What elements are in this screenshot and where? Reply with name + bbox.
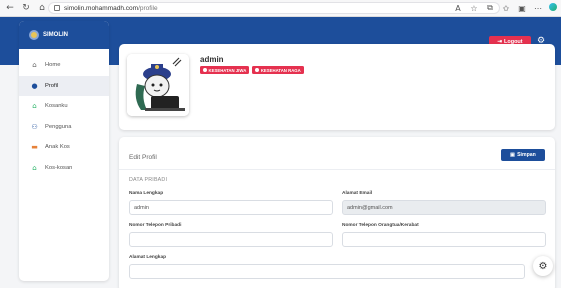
edit-profile-card: Edit Profil ▣ Simpan DATA PRIBADI Nama L… (119, 137, 555, 288)
url-path: /profile (138, 4, 158, 12)
reload-icon[interactable]: ↻ (20, 2, 32, 14)
sidebar-item-label: Kosanku (45, 103, 68, 110)
email-label: Alamat Email (342, 191, 373, 196)
sidebar-item-anak-kos[interactable]: ▬ Anak Kos (19, 137, 109, 158)
home-browser-icon[interactable]: ⌂ (36, 2, 48, 14)
favorite-icon[interactable]: ☆ (469, 3, 479, 13)
sidebar: SIMOLIN ⌂ Home ● Profil ⌂ Kosanku ⚇ Peng… (19, 21, 109, 281)
sidebar-item-kos-kosan[interactable]: ⌂ Kos-kosan (19, 158, 109, 179)
parent-phone-field[interactable] (342, 232, 546, 247)
sidebar-item-label: Anak Kos (45, 144, 70, 151)
brand-logo-icon (29, 30, 39, 40)
house-icon: ⌂ (32, 102, 37, 111)
brand[interactable]: SIMOLIN (19, 21, 109, 49)
save-icon: ▣ (510, 152, 516, 158)
phone-field[interactable] (129, 232, 333, 247)
split-screen-icon[interactable]: ⧉ (485, 3, 495, 13)
sidebar-item-home[interactable]: ⌂ Home (19, 55, 109, 76)
profile-badges: KESEHATAN JIWA KESEHATAN RAGA (200, 66, 304, 74)
sidebar-item-label: Kos-kosan (45, 164, 73, 171)
read-aloud-icon[interactable]: A (453, 3, 463, 13)
profile-name: admin (200, 55, 224, 64)
collections-icon[interactable]: ▣ (517, 3, 527, 13)
save-button[interactable]: ▣ Simpan (501, 149, 545, 161)
avatar-illustration-icon (127, 54, 189, 116)
address-bar[interactable]: simolin.mohammadh.com/profile (48, 2, 500, 14)
more-icon[interactable]: ⋯ (533, 3, 543, 13)
sidebar-item-pengguna[interactable]: ⚇ Pengguna (19, 117, 109, 138)
copilot-icon[interactable] (549, 3, 557, 11)
section-label: DATA PRIBADI (129, 177, 168, 183)
avatar (127, 54, 189, 116)
users-icon: ⚇ (31, 122, 38, 131)
favorites-bar-icon[interactable]: ✩ (501, 3, 511, 13)
home-icon: ⌂ (32, 61, 37, 70)
url-host: simolin.mohammadh.com (64, 4, 139, 12)
sidebar-item-label: Home (45, 62, 61, 69)
edit-profile-title: Edit Profil (129, 154, 157, 161)
id-card-icon: ▬ (31, 143, 38, 152)
badge-label: KESEHATAN JIWA (208, 67, 247, 73)
badge-dot-icon (203, 68, 207, 72)
sidebar-item-profil[interactable]: ● Profil (19, 75, 109, 96)
back-icon[interactable]: ← (4, 2, 16, 14)
house-icon: ⌂ (32, 163, 37, 172)
badge-dot-icon (255, 68, 260, 72)
full-name-label: Nama Lengkap (129, 191, 164, 196)
brand-name: SIMOLIN (43, 32, 68, 38)
address-label: Alamat Lengkap (129, 255, 167, 260)
badge-kesehatan-raga: KESEHATAN RAGA (252, 66, 304, 74)
phone-label: Nomor Telepon Pribadi (129, 223, 182, 228)
profile-card: admin KESEHATAN JIWA KESEHATAN RAGA (119, 44, 555, 130)
browser-toolbar: ← ↻ ⌂ simolin.mohammadh.com/profile A ☆ … (0, 0, 561, 17)
sidebar-item-label: Profil (45, 82, 59, 89)
full-name-field[interactable]: admin (129, 200, 333, 215)
save-label: Simpan (517, 152, 536, 158)
sidebar-menu: ⌂ Home ● Profil ⌂ Kosanku ⚇ Pengguna ▬ A… (19, 55, 109, 178)
address-field[interactable] (129, 264, 525, 279)
user-icon: ● (31, 81, 38, 90)
badge-kesehatan-jiwa: KESEHATAN JIWA (200, 66, 250, 74)
divider (119, 169, 555, 170)
parent-phone-label: Nomor Telepon Orangtua/Kerabat (342, 223, 419, 228)
site-info-icon[interactable] (54, 5, 60, 11)
badge-label: KESEHATAN RAGA (260, 67, 301, 73)
floating-settings-gear-icon[interactable]: ⚙ (533, 256, 553, 276)
sidebar-item-kosanku[interactable]: ⌂ Kosanku (19, 96, 109, 117)
sidebar-item-label: Pengguna (45, 123, 72, 130)
email-field: admin@gmail.com (342, 200, 546, 215)
